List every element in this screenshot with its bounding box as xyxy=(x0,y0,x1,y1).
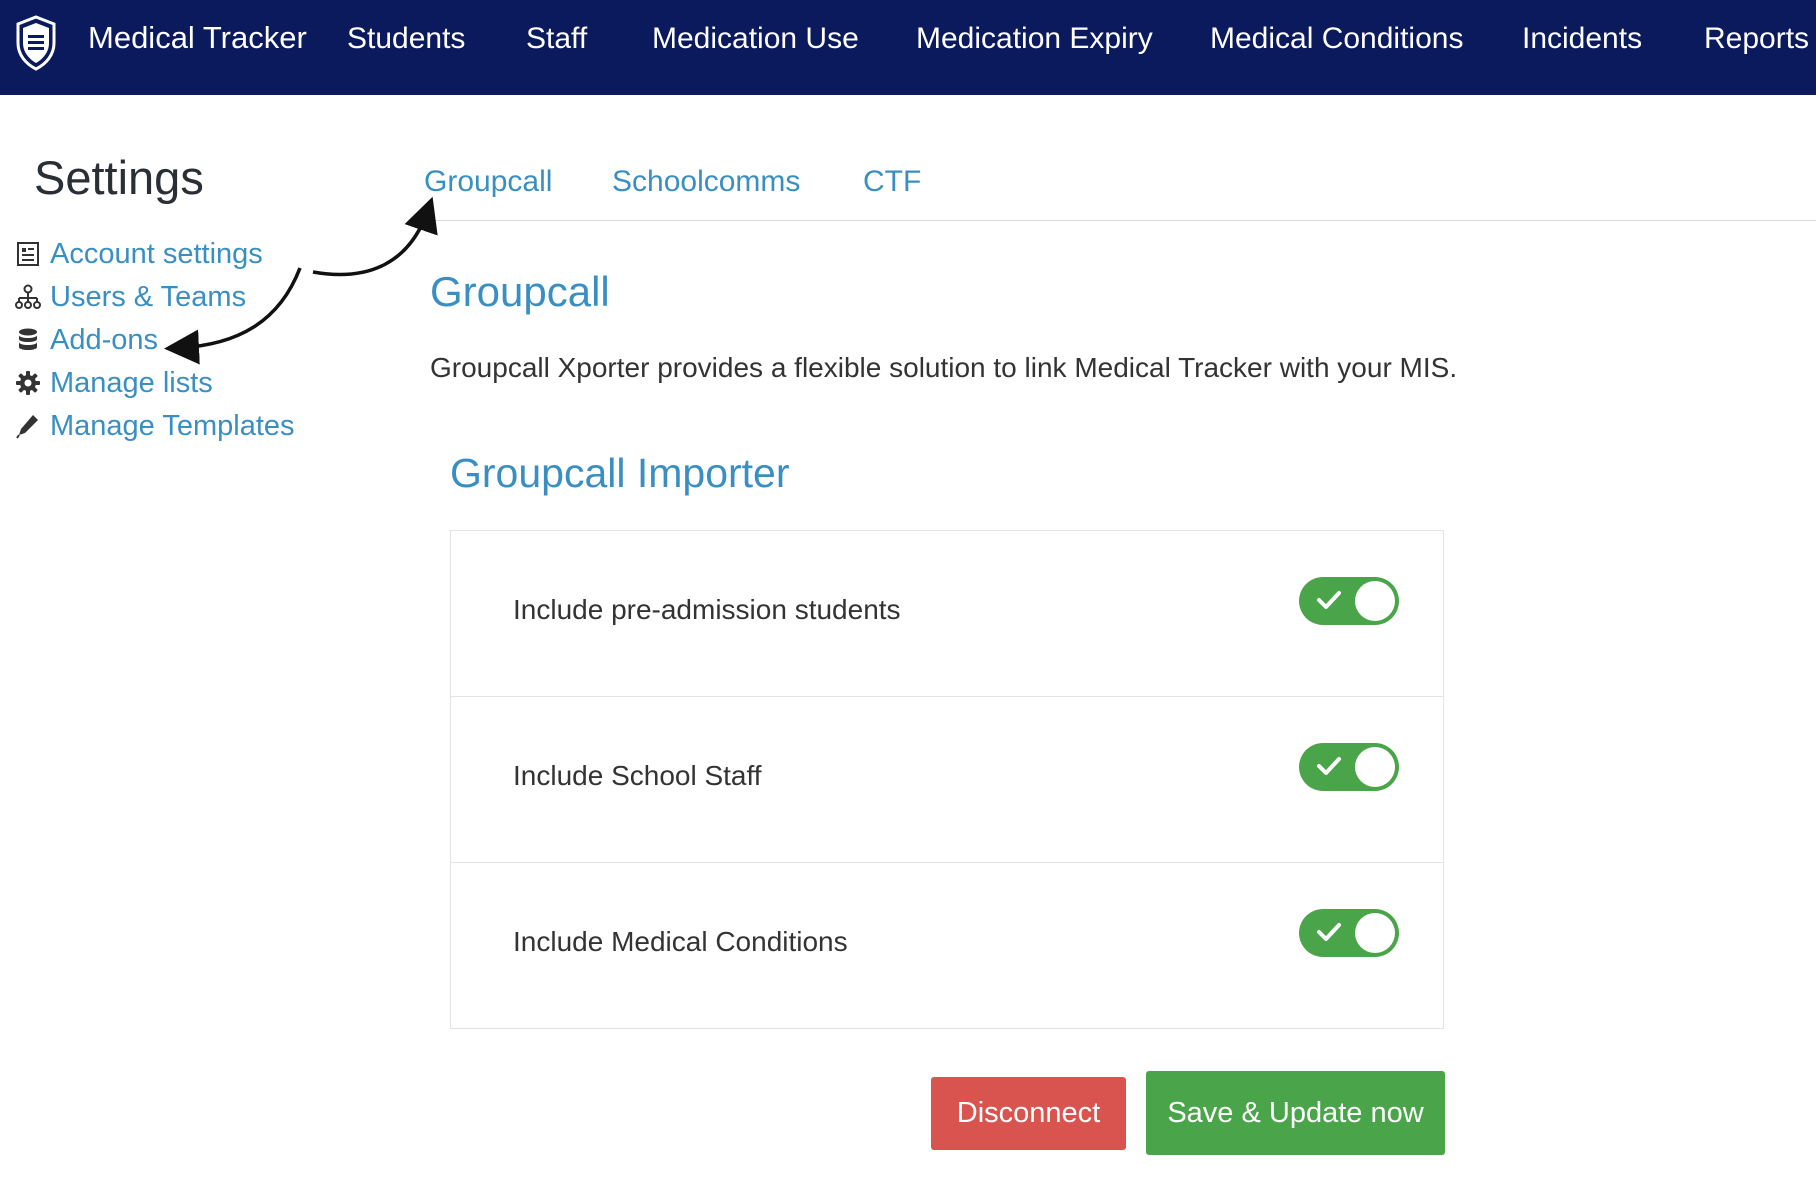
section-title: Groupcall xyxy=(430,268,610,315)
shield-logo-icon[interactable] xyxy=(14,15,58,71)
toggle-knob xyxy=(1355,747,1395,787)
sidebar-item-manage-lists[interactable]: Manage lists xyxy=(14,363,213,403)
nav-medication-use[interactable]: Medication Use xyxy=(652,22,859,56)
toggle-knob xyxy=(1355,913,1395,953)
nav-staff[interactable]: Staff xyxy=(526,22,587,56)
top-navbar: Medical Tracker Students Staff Medicatio… xyxy=(0,0,1816,95)
option-row-medical-conditions: Include Medical Conditions xyxy=(451,863,1443,1029)
school-staff-toggle[interactable] xyxy=(1299,743,1399,791)
brand-name[interactable]: Medical Tracker xyxy=(88,20,307,56)
tab-groupcall[interactable]: Groupcall xyxy=(424,165,552,199)
sidebar-item-manage-templates[interactable]: Manage Templates xyxy=(14,406,295,446)
nav-medication-expiry[interactable]: Medication Expiry xyxy=(916,22,1153,56)
sidebar-item-label: Manage lists xyxy=(50,366,213,399)
importer-options-panel: Include pre-admission students Include S… xyxy=(450,530,1444,1029)
sidebar-item-label: Users & Teams xyxy=(50,280,247,313)
nav-incidents[interactable]: Incidents xyxy=(1522,22,1642,56)
pre-admission-toggle[interactable] xyxy=(1299,577,1399,625)
option-row-school-staff: Include School Staff xyxy=(451,697,1443,863)
save-update-button[interactable]: Save & Update now xyxy=(1146,1071,1445,1155)
importer-title: Groupcall Importer xyxy=(450,450,790,496)
nav-students[interactable]: Students xyxy=(347,22,465,56)
nav-reports[interactable]: Reports xyxy=(1704,22,1809,56)
settings-title: Settings xyxy=(34,151,204,204)
sidebar-item-add-ons[interactable]: Add-ons xyxy=(14,320,158,360)
arrow-to-groupcall-tab xyxy=(312,196,438,277)
option-label: Include Medical Conditions xyxy=(513,926,848,957)
tab-ctf[interactable]: CTF xyxy=(863,165,921,199)
org-chart-icon xyxy=(14,283,42,311)
nav-medical-conditions[interactable]: Medical Conditions xyxy=(1210,22,1463,56)
sidebar-item-label: Account settings xyxy=(50,237,263,270)
sidebar-item-users-teams[interactable]: Users & Teams xyxy=(14,277,246,317)
gear-icon xyxy=(14,369,42,397)
medical-conditions-toggle[interactable] xyxy=(1299,909,1399,957)
tab-schoolcomms[interactable]: Schoolcomms xyxy=(612,165,800,199)
check-icon xyxy=(1317,757,1341,775)
option-row-pre-admission: Include pre-admission students xyxy=(451,531,1443,697)
sidebar-item-label: Add-ons xyxy=(50,323,159,356)
option-label: Include School Staff xyxy=(513,760,762,791)
pencil-icon xyxy=(14,412,42,440)
toggle-knob xyxy=(1355,581,1395,621)
list-document-icon xyxy=(14,240,42,268)
option-label: Include pre-admission students xyxy=(513,594,901,625)
disconnect-button[interactable]: Disconnect xyxy=(931,1077,1126,1150)
check-icon xyxy=(1317,591,1341,609)
sidebar-item-account-settings[interactable]: Account settings xyxy=(14,234,263,274)
sidebar-item-label: Manage Templates xyxy=(50,409,295,442)
database-icon xyxy=(14,326,42,354)
section-description: Groupcall Xporter provides a flexible so… xyxy=(430,352,1458,383)
tabs-divider xyxy=(414,220,1816,221)
check-icon xyxy=(1317,923,1341,941)
